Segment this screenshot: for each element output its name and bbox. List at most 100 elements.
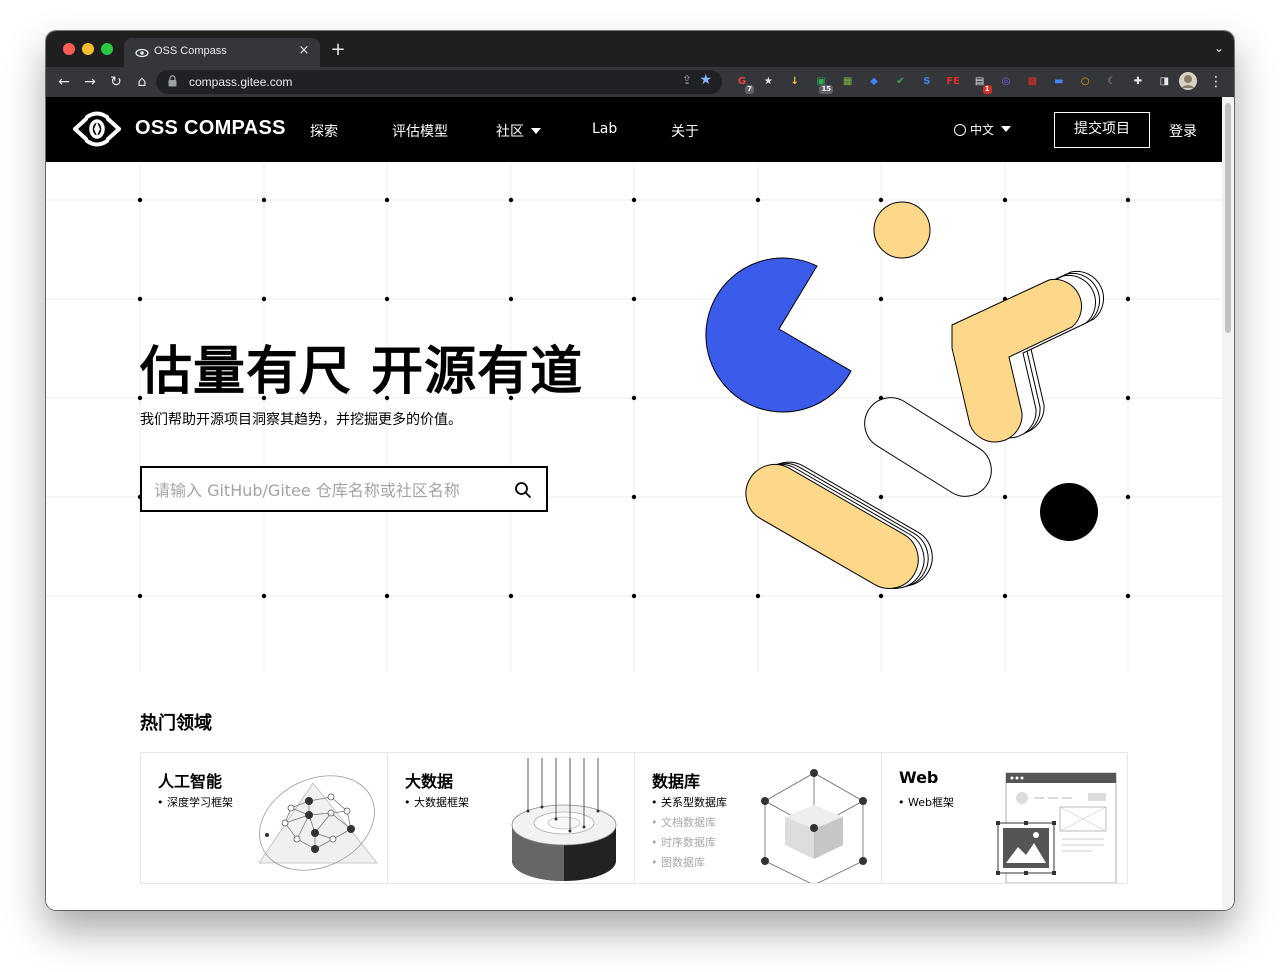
- profile-avatar[interactable]: [1178, 71, 1198, 91]
- card-item[interactable]: • 图数据库: [651, 853, 727, 873]
- hero-subtitle: 我们帮助开源项目洞察其趋势，并挖掘更多的价值。: [140, 412, 462, 428]
- pin-ext-icon[interactable]: ◆: [866, 74, 882, 90]
- grid-dot: [261, 197, 267, 203]
- card-title: 数据库: [652, 772, 701, 791]
- screen: OSS Compass × + ⌄ ← → ↻ ⌂ compass.gitee.…: [0, 0, 1280, 972]
- hero-title: 估量有尺 开源有道: [140, 342, 584, 402]
- extension-badge: 15: [819, 85, 834, 94]
- card-database-items: • 关系型数据库 • 文档数据库 • 时序数据库 • 图数据库: [651, 793, 727, 873]
- card-web[interactable]: Web • Web框架: [882, 753, 1129, 883]
- card-item[interactable]: • 大数据框架: [404, 793, 469, 813]
- share-icon[interactable]: ⇪: [682, 73, 692, 87]
- nav-models[interactable]: 评估模型: [392, 121, 448, 141]
- browser-menu-icon[interactable]: ⋮: [1206, 72, 1226, 92]
- s-ext-icon[interactable]: S: [919, 74, 935, 90]
- scrollbar-thumb[interactable]: [1225, 103, 1231, 333]
- card-big-data[interactable]: 大数据 • 大数据框架: [388, 753, 635, 883]
- circle-ext-icon[interactable]: ◎: [998, 74, 1014, 90]
- hero-section: 估量有尺 开源有道 我们帮助开源项目洞察其趋势，并挖掘更多的价值。: [46, 162, 1222, 672]
- repo-search-input[interactable]: [154, 478, 504, 502]
- active-tab[interactable]: OSS Compass ×: [124, 38, 320, 67]
- forward-arrow-icon[interactable]: →: [80, 72, 100, 92]
- nav-lab[interactable]: Lab: [592, 121, 617, 137]
- grid-ext-icon[interactable]: ▦: [840, 74, 856, 90]
- shield-ext-icon[interactable]: ✔: [892, 74, 908, 90]
- tab-title: OSS Compass: [154, 45, 227, 57]
- blue-pacman-shape: [705, 257, 852, 413]
- page-scrollbar[interactable]: [1222, 97, 1234, 910]
- card-title: Web: [899, 768, 939, 787]
- card-big-data-items: • 大数据框架: [404, 793, 469, 813]
- address-bar[interactable]: compass.gitee.com ⇪ ★: [156, 70, 722, 94]
- grid-dot: [137, 197, 143, 203]
- maximize-window-button[interactable]: [101, 43, 113, 55]
- home-icon[interactable]: ⌂: [132, 72, 152, 92]
- oss-compass-logo-icon[interactable]: [73, 111, 121, 147]
- caret-down-icon: [531, 128, 541, 134]
- search-box: [140, 466, 548, 512]
- submit-project-button[interactable]: 提交项目: [1054, 112, 1150, 148]
- bookmark-star-icon[interactable]: ★: [699, 72, 712, 88]
- card-item[interactable]: • Web框架: [898, 793, 954, 813]
- card-item[interactable]: • 文档数据库: [651, 813, 727, 833]
- tab-close-icon[interactable]: ×: [296, 43, 312, 59]
- moon-ext-icon[interactable]: ☾: [1104, 74, 1120, 90]
- card-ai-items: • 深度学习框架: [157, 793, 233, 813]
- nav-community[interactable]: 社区: [496, 121, 541, 141]
- tab-strip: OSS Compass × + ⌄: [46, 31, 1234, 67]
- puzzle-icon[interactable]: ✚: [1130, 74, 1146, 90]
- close-window-button[interactable]: [63, 43, 75, 55]
- card-ai[interactable]: 人工智能 • 深度学习框架: [141, 753, 388, 883]
- tab-search-chevron-icon[interactable]: ⌄: [1214, 41, 1224, 55]
- window-ext-icon[interactable]: ▬: [1051, 74, 1067, 90]
- language-label: 中文: [970, 123, 995, 137]
- nav-about[interactable]: 关于: [671, 121, 699, 141]
- hot-areas-title: 热门领域: [140, 713, 212, 734]
- card-item[interactable]: • 关系型数据库: [651, 793, 727, 813]
- yellow-pill-shape: [745, 461, 933, 589]
- data-cylinder-icon: [511, 758, 617, 881]
- language-switcher[interactable]: 中文: [954, 121, 1012, 138]
- grid-dot: [631, 593, 637, 599]
- yellow-circle-shape: [873, 201, 931, 259]
- grid-dot: [631, 395, 637, 401]
- qr-ext-icon[interactable]: ▩: [1024, 74, 1040, 90]
- brand-name[interactable]: OSS COMPASS: [135, 117, 286, 140]
- new-tab-button[interactable]: +: [328, 40, 348, 60]
- grid-dot: [384, 593, 390, 599]
- tab-ext-icon[interactable]: ▣ 15: [813, 74, 834, 94]
- reload-icon[interactable]: ↻: [106, 72, 126, 92]
- fe-ext-icon[interactable]: FE: [945, 74, 961, 90]
- extension-badge: 1: [982, 85, 992, 94]
- ring-ext-icon[interactable]: ○: [1077, 74, 1093, 90]
- extension-badge: 7: [745, 85, 754, 94]
- card-database[interactable]: 数据库 • 关系型数据库 • 文档数据库 • 时序数据库 • 图数据库: [635, 753, 882, 883]
- back-arrow-icon[interactable]: ←: [54, 72, 74, 92]
- grid-dot: [137, 593, 143, 599]
- search-icon[interactable]: [514, 481, 532, 499]
- hot-areas-cards: 人工智能 • 深度学习框架 大数据 • 大数据框架 数据库 • 关系型数据库 •…: [140, 752, 1128, 884]
- site-header: OSS COMPASS 探索 评估模型 社区 Lab 关于 中文 提交项目 登录: [46, 97, 1222, 162]
- browser-toolbar: ← → ↻ ⌂ compass.gitee.com ⇪ ★ G 7 ★ ↓ ▣ 15 ▦ ◆ ✔…: [46, 67, 1234, 97]
- nav-explore[interactable]: 探索: [310, 121, 338, 141]
- compass-favicon-icon: [135, 46, 149, 60]
- card-title: 人工智能: [158, 772, 223, 791]
- neural-network-icon: [258, 775, 378, 871]
- page-viewport: OSS COMPASS 探索 评估模型 社区 Lab 关于 中文 提交项目 登录: [46, 97, 1222, 910]
- sidepanel-icon[interactable]: ◨: [1156, 74, 1172, 90]
- star-ext-icon[interactable]: ★: [760, 74, 776, 90]
- card-item[interactable]: • 深度学习框架: [157, 793, 233, 813]
- login-link[interactable]: 登录: [1169, 121, 1197, 141]
- database-cube-icon: [761, 769, 867, 883]
- card-item[interactable]: • 时序数据库: [651, 833, 727, 853]
- grid-dot: [508, 296, 514, 302]
- grammar-ext-icon[interactable]: G7: [734, 74, 754, 94]
- grid-dot: [631, 197, 637, 203]
- caret-down-icon: [1001, 126, 1012, 132]
- notes-ext-icon[interactable]: ▤ 1: [972, 74, 992, 94]
- minimize-window-button[interactable]: [82, 43, 94, 55]
- yellow-chevron-shape: [951, 270, 1104, 443]
- globe-icon: [954, 124, 966, 136]
- download-ext-icon[interactable]: ↓: [787, 74, 803, 90]
- nav-community-label: 社区: [496, 124, 524, 140]
